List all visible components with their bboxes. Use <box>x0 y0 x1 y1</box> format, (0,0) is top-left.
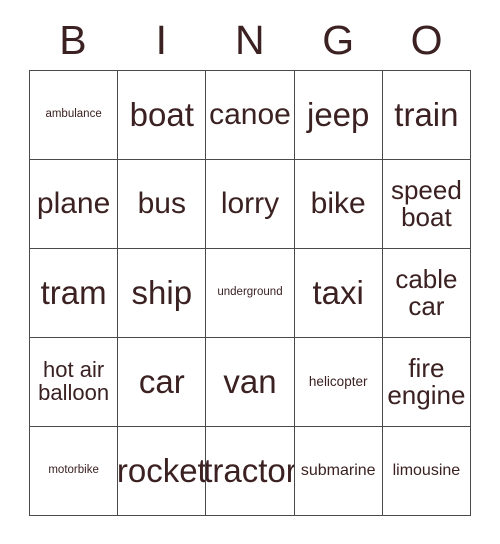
bingo-cell[interactable]: bike <box>294 160 383 249</box>
bingo-cell-label: plane <box>36 187 111 221</box>
bingo-cell[interactable]: boat <box>118 71 207 160</box>
bingo-cell[interactable]: tram <box>30 249 119 338</box>
bingo-cell-label: cable car <box>395 263 458 321</box>
bingo-cell-label: rocket <box>118 451 207 489</box>
bingo-header-letter-g: G <box>322 16 355 63</box>
bingo-cell[interactable]: cable car <box>382 249 471 338</box>
bingo-header-letter-b: B <box>59 16 88 63</box>
bingo-header-row: B I N G O <box>29 14 471 66</box>
bingo-cell[interactable]: hot air balloon <box>30 338 119 427</box>
bingo-cell[interactable]: helicopter <box>294 338 383 427</box>
bingo-cell[interactable]: taxi <box>294 249 383 338</box>
bingo-cell-label: tractor <box>206 451 295 489</box>
bingo-cell[interactable]: lorry <box>206 160 295 249</box>
bingo-cell-label: bus <box>137 187 186 221</box>
bingo-cell[interactable]: ship <box>118 249 207 338</box>
bingo-cell-label: lorry <box>220 187 280 221</box>
bingo-cell[interactable]: underground <box>206 249 295 338</box>
bingo-cell-label: tram <box>40 273 107 311</box>
bingo-cell[interactable]: train <box>382 71 471 160</box>
bingo-cell[interactable]: motorbike <box>30 427 119 516</box>
bingo-cell-label: taxi <box>312 273 364 311</box>
bingo-header-letter-o: O <box>410 16 444 63</box>
bingo-cell[interactable]: speed boat <box>382 160 471 249</box>
bingo-cell[interactable]: jeep <box>294 71 383 160</box>
bingo-cell-label: hot air balloon <box>38 357 110 405</box>
bingo-cell-label: train <box>394 95 459 133</box>
bingo-card: B I N G O ambulance boat canoe jeep trai… <box>0 0 500 544</box>
bingo-cell-label: motorbike <box>48 464 99 477</box>
bingo-cell[interactable]: fire engine <box>382 338 471 427</box>
bingo-cell[interactable]: bus <box>118 160 207 249</box>
bingo-cell[interactable]: tractor <box>206 427 295 516</box>
bingo-cell-label: fire engine <box>387 352 466 410</box>
bingo-grid: ambulance boat canoe jeep train plane bu… <box>29 70 471 516</box>
bingo-cell[interactable]: ambulance <box>30 71 119 160</box>
bingo-cell[interactable]: submarine <box>294 427 383 516</box>
bingo-cell-label: canoe <box>209 98 291 132</box>
bingo-cell-label: jeep <box>307 95 370 133</box>
bingo-cell-label: van <box>223 362 277 400</box>
bingo-cell-label: limousine <box>392 461 461 479</box>
bingo-cell-label: speed boat <box>390 174 462 232</box>
bingo-cell-label: bike <box>310 187 366 221</box>
bingo-header-letter-n: N <box>234 16 266 63</box>
bingo-cell-label: ship <box>131 273 193 311</box>
bingo-cell[interactable]: car <box>118 338 207 427</box>
bingo-cell-label: submarine <box>300 461 376 479</box>
bingo-cell-label: underground <box>217 286 283 299</box>
bingo-cell-label: helicopter <box>308 373 368 389</box>
bingo-cell-label: car <box>138 362 185 400</box>
bingo-cell-label: boat <box>129 95 194 133</box>
bingo-cell[interactable]: limousine <box>382 427 471 516</box>
bingo-cell[interactable]: plane <box>30 160 119 249</box>
bingo-header-letter-i: I <box>155 16 168 63</box>
bingo-cell[interactable]: canoe <box>206 71 295 160</box>
bingo-cell[interactable]: rocket <box>118 427 207 516</box>
bingo-cell[interactable]: van <box>206 338 295 427</box>
bingo-cell-label: ambulance <box>45 108 102 121</box>
